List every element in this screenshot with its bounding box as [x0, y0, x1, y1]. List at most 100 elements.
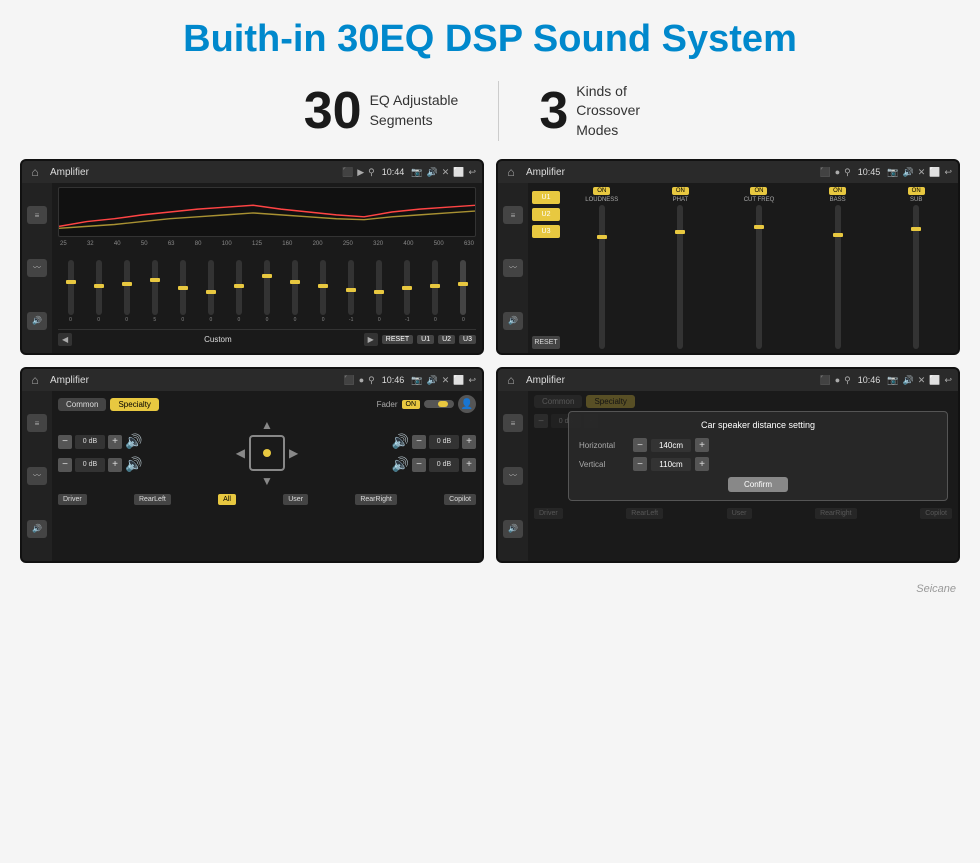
back-icon-4[interactable]: ↩ [944, 375, 952, 386]
eq-u1-btn[interactable]: U1 [417, 335, 434, 344]
fader-tab-common[interactable]: Common [58, 398, 106, 411]
slider-col-13[interactable]: 0 [423, 260, 448, 323]
fader-label: Fader [377, 400, 398, 409]
vertical-minus[interactable]: − [633, 457, 647, 471]
sidebar-btn-3a[interactable]: ≡ [27, 414, 47, 432]
sidebar-btn-2b[interactable]: 〰 [503, 259, 523, 277]
screen4-time: 10:46 [858, 375, 881, 385]
slider-col-12[interactable]: -1 [395, 260, 420, 323]
slider-col-2[interactable]: 0 [114, 260, 139, 323]
sidebar-btn-4c[interactable]: 🔊 [503, 520, 523, 538]
slider-col-3[interactable]: 5 [142, 260, 167, 323]
sidebar-btn-3c[interactable]: 🔊 [27, 520, 47, 538]
close-icon-2[interactable]: ✕ [918, 167, 926, 178]
sidebar-btn-1a[interactable]: ≡ [27, 206, 47, 224]
screenshots-grid: ⌂ Amplifier ⬛ ▶ ⚲ 10:44 📷 🔊 ✕ ⬜ ↩ ≡ 〰 🔊 [0, 159, 980, 583]
home-icon-2[interactable]: ⌂ [504, 165, 518, 179]
sidebar-btn-2c[interactable]: 🔊 [503, 312, 523, 330]
preset-u2[interactable]: U2 [532, 208, 560, 221]
window-icon-2[interactable]: ⬜ [929, 167, 940, 178]
slider-col-11[interactable]: 0 [367, 260, 392, 323]
slider-col-0[interactable]: 0 [58, 260, 83, 323]
preset-u1[interactable]: U1 [532, 191, 560, 204]
eq-u3-btn[interactable]: U3 [459, 335, 476, 344]
rearright-btn[interactable]: RearRight [355, 494, 397, 505]
preset-u3[interactable]: U3 [532, 225, 560, 238]
sidebar-btn-3b[interactable]: 〰 [27, 467, 47, 485]
right-rear-plus[interactable]: + [462, 458, 476, 472]
slider-col-4[interactable]: 0 [170, 260, 195, 323]
band-loudness-slider[interactable] [599, 205, 605, 349]
band-phat-on[interactable]: ON [672, 187, 689, 195]
freq-320: 320 [373, 241, 383, 247]
distance-confirm-btn[interactable]: Confirm [728, 477, 788, 492]
slider-col-10[interactable]: -1 [339, 260, 364, 323]
vertical-plus[interactable]: + [695, 457, 709, 471]
right-front-minus[interactable]: − [412, 435, 426, 449]
all-btn[interactable]: All [218, 494, 236, 505]
back-icon-3[interactable]: ↩ [468, 375, 476, 386]
cross-down-arrow[interactable]: ▼ [261, 474, 273, 488]
left-rear-plus[interactable]: + [108, 458, 122, 472]
driver-btn[interactable]: Driver [58, 494, 87, 505]
band-sub-slider[interactable] [913, 205, 919, 349]
horizontal-plus[interactable]: + [695, 438, 709, 452]
sidebar-btn-1c[interactable]: 🔊 [27, 312, 47, 330]
slider-col-1[interactable]: 0 [86, 260, 111, 323]
eq-reset-btn[interactable]: RESET [382, 335, 413, 344]
window-icon-3[interactable]: ⬜ [453, 375, 464, 386]
left-rear-minus[interactable]: − [58, 458, 72, 472]
slider-col-14[interactable]: 0 [451, 260, 476, 323]
eq-prev-btn[interactable]: ◀ [58, 333, 72, 346]
close-icon-3[interactable]: ✕ [442, 375, 450, 386]
cross-right-arrow[interactable]: ▶ [289, 446, 298, 460]
right-rear-minus[interactable]: − [412, 458, 426, 472]
back-icon-1[interactable]: ↩ [468, 167, 476, 178]
left-front-plus[interactable]: + [108, 435, 122, 449]
sidebar-btn-4a[interactable]: ≡ [503, 414, 523, 432]
sidebar-btn-2a[interactable]: ≡ [503, 206, 523, 224]
record-icon-4: ⬛ [819, 375, 830, 386]
cross-center [249, 435, 285, 471]
left-front-speaker-icon: 🔊 [125, 433, 142, 450]
eq-u2-btn[interactable]: U2 [438, 335, 455, 344]
screen1-title: Amplifier [50, 167, 338, 178]
close-icon-4[interactable]: ✕ [918, 375, 926, 386]
fader-on-badge[interactable]: ON [402, 400, 421, 409]
band-cutfreq-slider[interactable] [756, 205, 762, 349]
sidebar-btn-4b[interactable]: 〰 [503, 467, 523, 485]
slider-col-9[interactable]: 0 [311, 260, 336, 323]
home-icon-1[interactable]: ⌂ [28, 165, 42, 179]
band-bass-slider[interactable] [835, 205, 841, 349]
slider-col-6[interactable]: 0 [226, 260, 251, 323]
cross-up-arrow[interactable]: ▲ [261, 418, 273, 432]
band-loudness-on[interactable]: ON [593, 187, 610, 195]
freq-63: 63 [168, 241, 175, 247]
copilot-btn[interactable]: Copilot [444, 494, 476, 505]
band-phat-slider[interactable] [677, 205, 683, 349]
band-cutfreq-on[interactable]: ON [750, 187, 767, 195]
sidebar-btn-1b[interactable]: 〰 [27, 259, 47, 277]
dot-icon-4: ● [835, 375, 840, 385]
window-icon-4[interactable]: ⬜ [929, 375, 940, 386]
slider-col-5[interactable]: 0 [198, 260, 223, 323]
right-front-plus[interactable]: + [462, 435, 476, 449]
home-icon-3[interactable]: ⌂ [28, 373, 42, 387]
band-bass-on[interactable]: ON [829, 187, 846, 195]
window-icon-1[interactable]: ⬜ [453, 167, 464, 178]
eq-next-btn[interactable]: ▶ [364, 333, 378, 346]
fader-tab-specialty[interactable]: Specialty [110, 398, 158, 411]
cross-left-arrow[interactable]: ◀ [236, 446, 245, 460]
preset-reset[interactable]: RESET [532, 336, 560, 349]
horizontal-minus[interactable]: − [633, 438, 647, 452]
close-icon-1[interactable]: ✕ [442, 167, 450, 178]
user-btn[interactable]: User [283, 494, 308, 505]
slider-col-7[interactable]: 0 [254, 260, 279, 323]
band-sub-on[interactable]: ON [908, 187, 925, 195]
left-front-minus[interactable]: − [58, 435, 72, 449]
stat-eq: 30 EQ AdjustableSegments [264, 85, 499, 137]
back-icon-2[interactable]: ↩ [944, 167, 952, 178]
slider-col-8[interactable]: 0 [283, 260, 308, 323]
rearleft-btn[interactable]: RearLeft [134, 494, 171, 505]
home-icon-4[interactable]: ⌂ [504, 373, 518, 387]
